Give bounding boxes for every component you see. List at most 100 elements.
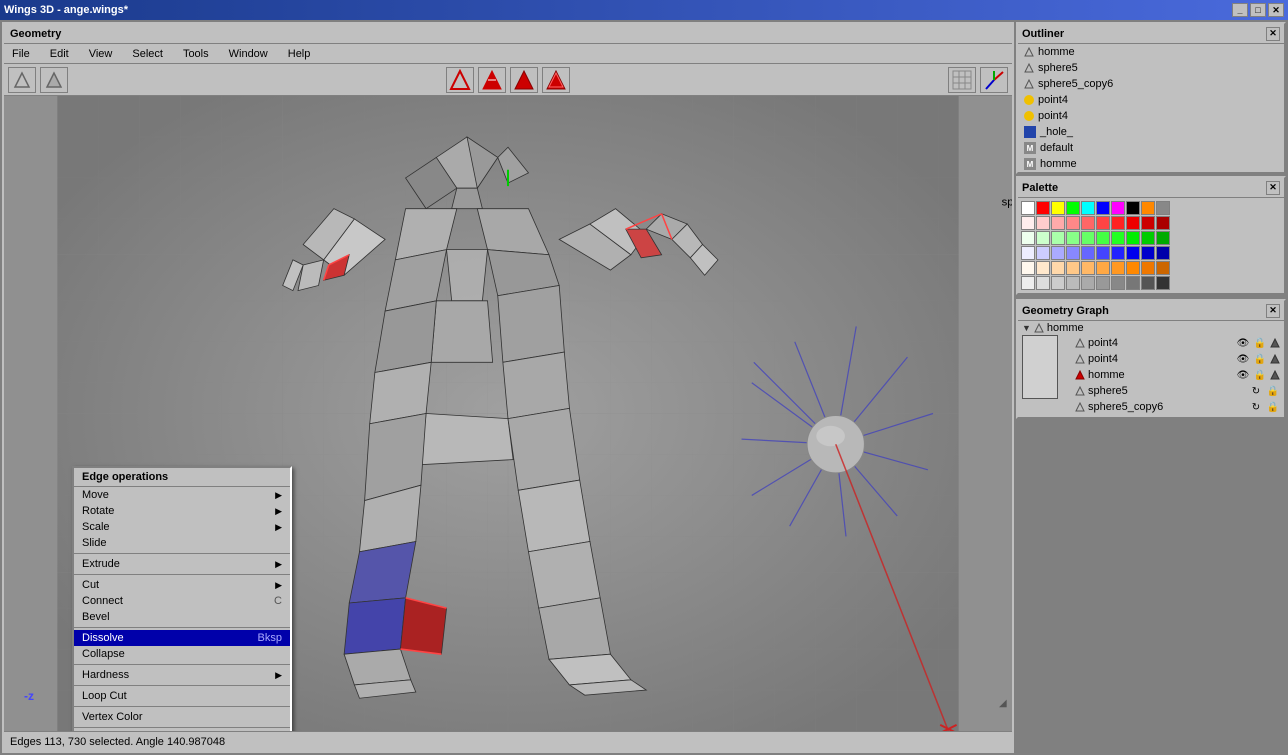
cm-item-cut[interactable]: Cut ▶ — [74, 577, 290, 593]
color-cell-55[interactable] — [1096, 276, 1110, 290]
color-cell-37[interactable] — [1126, 246, 1140, 260]
color-cell-58[interactable] — [1141, 276, 1155, 290]
color-cell-40[interactable] — [1021, 261, 1035, 275]
menu-window[interactable]: Window — [225, 47, 272, 61]
refresh-icon-sphere5copy6[interactable]: ↻ — [1249, 400, 1263, 414]
outliner-item-point4a[interactable]: point4 — [1018, 92, 1284, 108]
color-cell-7[interactable] — [1126, 201, 1140, 215]
lock-icon-homme[interactable]: 🔒 — [1253, 368, 1267, 382]
color-cell-29[interactable] — [1156, 231, 1170, 245]
cm-item-scale[interactable]: Scale ▶ — [74, 519, 290, 535]
menu-file[interactable]: File — [8, 47, 34, 61]
menu-tools[interactable]: Tools — [179, 47, 213, 61]
lock-icon-point4a[interactable]: 🔒 — [1253, 336, 1267, 350]
color-cell-6[interactable] — [1111, 201, 1125, 215]
cm-item-connect[interactable]: Connect C — [74, 593, 290, 609]
color-cell-28[interactable] — [1141, 231, 1155, 245]
eye-icon-point4b[interactable]: 👁 — [1236, 352, 1250, 366]
menu-help[interactable]: Help — [284, 47, 315, 61]
minimize-button[interactable]: _ — [1232, 3, 1248, 17]
eye-icon-homme[interactable]: 👁 — [1236, 368, 1250, 382]
color-cell-47[interactable] — [1126, 261, 1140, 275]
color-cell-9[interactable] — [1156, 201, 1170, 215]
color-cell-50[interactable] — [1021, 276, 1035, 290]
outliner-item-sphere5copy6[interactable]: sphere5_copy6 — [1018, 76, 1284, 92]
outliner-item-hole[interactable]: _hole_ — [1018, 124, 1284, 140]
outliner-item-default[interactable]: M default — [1018, 140, 1284, 156]
resize-handle[interactable]: ◢ — [999, 698, 1011, 710]
outliner-item-sphere5[interactable]: sphere5 — [1018, 60, 1284, 76]
cm-item-intersect[interactable]: Intersect ▶ — [74, 730, 290, 731]
color-cell-4[interactable] — [1081, 201, 1095, 215]
lock-icon-point4b[interactable]: 🔒 — [1253, 352, 1267, 366]
color-cell-59[interactable] — [1156, 276, 1170, 290]
color-cell-19[interactable] — [1156, 216, 1170, 230]
color-cell-41[interactable] — [1036, 261, 1050, 275]
outliner-item-homme[interactable]: homme — [1018, 44, 1284, 60]
color-cell-49[interactable] — [1156, 261, 1170, 275]
color-cell-22[interactable] — [1051, 231, 1065, 245]
cm-item-loopcut[interactable]: Loop Cut — [74, 688, 290, 704]
color-cell-43[interactable] — [1066, 261, 1080, 275]
color-cell-0[interactable] — [1021, 201, 1035, 215]
color-cell-18[interactable] — [1141, 216, 1155, 230]
menu-view[interactable]: View — [85, 47, 117, 61]
color-cell-3[interactable] — [1066, 201, 1080, 215]
menu-edit[interactable]: Edit — [46, 47, 73, 61]
color-cell-14[interactable] — [1081, 216, 1095, 230]
cm-item-dissolve[interactable]: Dissolve Bksp — [74, 630, 290, 646]
color-cell-16[interactable] — [1111, 216, 1125, 230]
palette-close-button[interactable]: ✕ — [1266, 181, 1280, 195]
cm-item-collapse[interactable]: Collapse — [74, 646, 290, 662]
color-cell-15[interactable] — [1096, 216, 1110, 230]
outliner-item-point4b[interactable]: point4 — [1018, 108, 1284, 124]
cm-item-hardness[interactable]: Hardness ▶ — [74, 667, 290, 683]
color-cell-11[interactable] — [1036, 216, 1050, 230]
color-cell-39[interactable] — [1156, 246, 1170, 260]
cm-item-move[interactable]: Move ▶ — [74, 487, 290, 503]
color-cell-32[interactable] — [1051, 246, 1065, 260]
color-cell-17[interactable] — [1126, 216, 1140, 230]
maximize-button[interactable]: □ — [1250, 3, 1266, 17]
color-cell-33[interactable] — [1066, 246, 1080, 260]
color-cell-21[interactable] — [1036, 231, 1050, 245]
color-cell-46[interactable] — [1111, 261, 1125, 275]
color-cell-51[interactable] — [1036, 276, 1050, 290]
tri-up-icon-homme[interactable] — [1270, 370, 1280, 380]
color-cell-30[interactable] — [1021, 246, 1035, 260]
color-cell-20[interactable] — [1021, 231, 1035, 245]
cm-item-rotate[interactable]: Rotate ▶ — [74, 503, 290, 519]
color-cell-57[interactable] — [1126, 276, 1140, 290]
outliner-item-homme2[interactable]: M homme — [1018, 156, 1284, 172]
tri-up-icon-point4a[interactable] — [1270, 338, 1280, 348]
menu-select[interactable]: Select — [128, 47, 167, 61]
color-cell-48[interactable] — [1141, 261, 1155, 275]
color-cell-54[interactable] — [1081, 276, 1095, 290]
color-cell-42[interactable] — [1051, 261, 1065, 275]
color-cell-36[interactable] — [1111, 246, 1125, 260]
color-cell-8[interactable] — [1141, 201, 1155, 215]
axes-button[interactable] — [980, 67, 1008, 93]
redo-button[interactable] — [40, 67, 68, 93]
color-cell-35[interactable] — [1096, 246, 1110, 260]
expand-icon-root[interactable]: ▼ — [1022, 323, 1031, 333]
color-cell-34[interactable] — [1081, 246, 1095, 260]
color-cell-13[interactable] — [1066, 216, 1080, 230]
view-mode-smooth[interactable] — [510, 67, 538, 93]
cm-item-extrude[interactable]: Extrude ▶ — [74, 556, 290, 572]
color-cell-5[interactable] — [1096, 201, 1110, 215]
color-cell-25[interactable] — [1096, 231, 1110, 245]
color-cell-2[interactable] — [1051, 201, 1065, 215]
tri-up-icon-point4b[interactable] — [1270, 354, 1280, 364]
color-cell-26[interactable] — [1111, 231, 1125, 245]
undo-button[interactable] — [8, 67, 36, 93]
color-cell-53[interactable] — [1066, 276, 1080, 290]
color-cell-12[interactable] — [1051, 216, 1065, 230]
view-mode-outline[interactable] — [446, 67, 474, 93]
color-cell-23[interactable] — [1066, 231, 1080, 245]
grid-button[interactable] — [948, 67, 976, 93]
geometry-graph-close-button[interactable]: ✕ — [1266, 304, 1280, 318]
color-cell-45[interactable] — [1096, 261, 1110, 275]
eye-icon-point4a[interactable]: 👁 — [1236, 336, 1250, 350]
view-mode-wire[interactable] — [542, 67, 570, 93]
